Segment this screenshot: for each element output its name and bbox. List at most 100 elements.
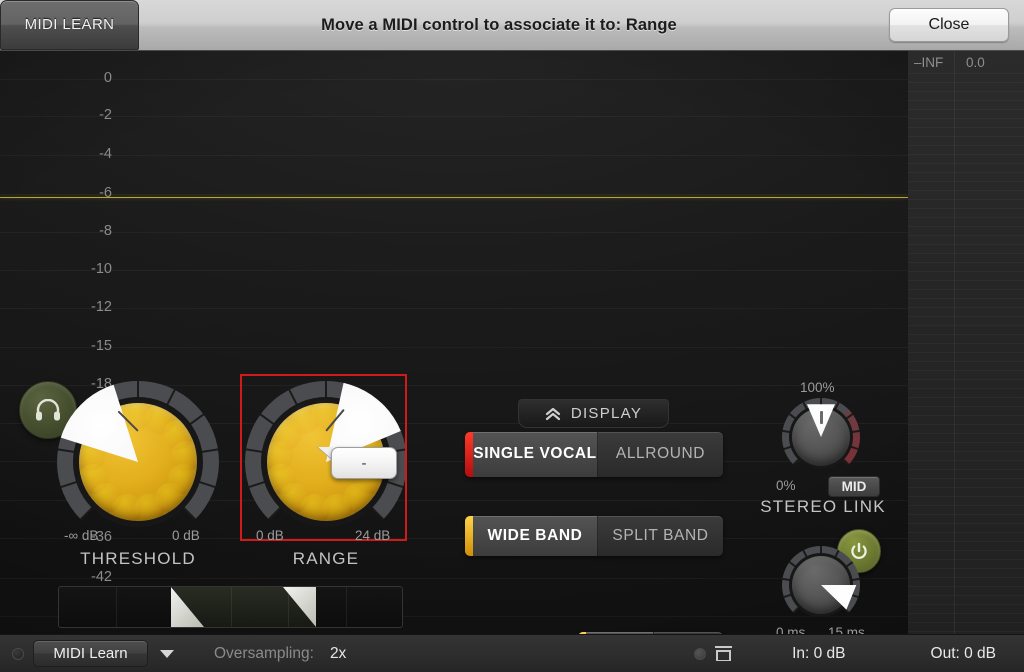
knob-ring-tick xyxy=(268,506,282,520)
meter-tick-row xyxy=(908,82,1024,83)
stereo-link-knob-indicator-line xyxy=(820,411,823,424)
threshold-knob[interactable] xyxy=(57,381,219,543)
stereo-link-min-label: 0% xyxy=(776,478,796,493)
meter-tick-row xyxy=(908,631,1024,632)
graph-gridline xyxy=(0,308,908,309)
db-scale-label: -10 xyxy=(91,261,112,277)
display-toggle-button[interactable]: DISPLAY xyxy=(518,399,669,428)
meter-tick-row xyxy=(908,154,1024,155)
band-segmented-control[interactable]: WIDE BAND SPLIT BAND xyxy=(465,516,723,556)
level-meter-panel: –INF 0.0 xyxy=(908,51,1024,634)
meter-tick-row xyxy=(908,424,1024,425)
stereo-link-knob[interactable] xyxy=(782,398,860,476)
oversampling-label: Oversampling: xyxy=(214,644,314,662)
db-scale-label: 0 xyxy=(103,70,112,86)
status-dot xyxy=(694,647,707,660)
meter-tick-row xyxy=(908,325,1024,326)
range-min-label: 0 dB xyxy=(256,528,284,543)
meter-tick-row xyxy=(908,352,1024,353)
band-handle-high[interactable] xyxy=(283,587,316,627)
meter-tick-row xyxy=(908,109,1024,110)
mode-segmented-control[interactable]: SINGLE VOCAL ALLROUND xyxy=(465,432,723,477)
db-scale-label: -12 xyxy=(91,299,112,315)
graph-gridline xyxy=(0,194,908,195)
meter-tick-row xyxy=(908,244,1024,245)
graph-gridline xyxy=(0,79,908,80)
meter-tick-row xyxy=(908,568,1024,569)
meter-tick-row xyxy=(908,163,1024,164)
band-divider xyxy=(346,587,347,627)
knob-ring-tick xyxy=(166,389,176,406)
band-handle-low[interactable] xyxy=(171,587,204,627)
oversampling-value[interactable]: 2x xyxy=(330,645,346,663)
band-handle-low-triangle xyxy=(171,587,204,627)
meter-tick-row xyxy=(908,442,1024,443)
threshold-min-label: -∞ dB xyxy=(64,528,99,543)
band-divider xyxy=(116,587,117,627)
knob-ring-tick xyxy=(80,506,94,520)
threshold-curve-line xyxy=(0,197,908,198)
meter-tick-row xyxy=(908,217,1024,218)
meter-tick-row xyxy=(908,91,1024,92)
meter-tick-row xyxy=(908,604,1024,605)
meter-tick-row xyxy=(908,433,1024,434)
meter-tick-row xyxy=(908,361,1024,362)
meter-header-right: 0.0 xyxy=(966,55,985,70)
graph-gridline xyxy=(0,347,908,348)
meter-tick-row xyxy=(908,118,1024,119)
display-graph[interactable] xyxy=(0,51,908,634)
threshold-max-label: 0 dB xyxy=(172,528,200,543)
meter-tick-row xyxy=(908,100,1024,101)
mode-option-single-vocal[interactable]: SINGLE VOCAL xyxy=(473,432,598,477)
meter-tick-row xyxy=(908,523,1024,524)
range-caption: RANGE xyxy=(292,549,360,568)
meter-tick-row xyxy=(908,541,1024,542)
knob-ring-tick xyxy=(370,506,384,520)
knob-ring-tick xyxy=(60,480,78,488)
meter-tick-row xyxy=(908,334,1024,335)
resize-icon[interactable] xyxy=(715,646,733,661)
meter-tick-row xyxy=(908,199,1024,200)
graph-gridline xyxy=(0,155,908,156)
band-option-wide-band[interactable]: WIDE BAND xyxy=(473,516,598,556)
mode-option-allround[interactable]: ALLROUND xyxy=(598,432,723,477)
db-scale-label: -2 xyxy=(99,107,112,123)
meter-tick-row xyxy=(908,235,1024,236)
meter-tick-row xyxy=(908,586,1024,587)
db-scale-label: -4 xyxy=(99,146,112,162)
chevron-down-icon[interactable] xyxy=(160,649,174,658)
display-label: DISPLAY xyxy=(570,405,643,422)
meter-tick-row xyxy=(908,478,1024,479)
meter-tick-row xyxy=(908,595,1024,596)
meter-tick-row xyxy=(908,262,1024,263)
meter-tick-row xyxy=(908,271,1024,272)
knob-ring-tick xyxy=(201,448,219,453)
close-button[interactable]: Close xyxy=(889,8,1009,42)
graph-gridline xyxy=(0,578,908,579)
meter-tick-row xyxy=(908,253,1024,254)
meter-tick-row xyxy=(908,451,1024,452)
knob-ring-tick xyxy=(137,381,139,398)
db-scale-label: -15 xyxy=(91,338,112,354)
midi-learn-button[interactable]: MIDI Learn xyxy=(33,640,148,667)
db-scale-label: -8 xyxy=(99,223,112,239)
meter-tick-row xyxy=(908,613,1024,614)
meter-header-left: –INF xyxy=(914,55,944,70)
band-accent-bar xyxy=(465,516,473,556)
meter-tick-row xyxy=(908,505,1024,506)
meter-tick-row xyxy=(908,415,1024,416)
frequency-band-strip[interactable] xyxy=(58,586,403,628)
range-max-label: 24 dB xyxy=(355,528,391,543)
stereo-link-mid-badge[interactable]: MID xyxy=(828,476,880,497)
graph-gridline xyxy=(0,232,908,233)
knob-ring-tick xyxy=(245,448,263,453)
band-option-split-band[interactable]: SPLIT BAND xyxy=(598,516,723,556)
meter-tick-row xyxy=(908,559,1024,560)
band-handle-high-triangle xyxy=(283,587,316,627)
band-divider xyxy=(231,587,232,627)
meter-tick-row xyxy=(908,469,1024,470)
meter-tick-row xyxy=(908,190,1024,191)
meter-tick-row xyxy=(908,514,1024,515)
meter-tick-row xyxy=(908,136,1024,137)
lookahead-knob[interactable] xyxy=(782,546,860,624)
